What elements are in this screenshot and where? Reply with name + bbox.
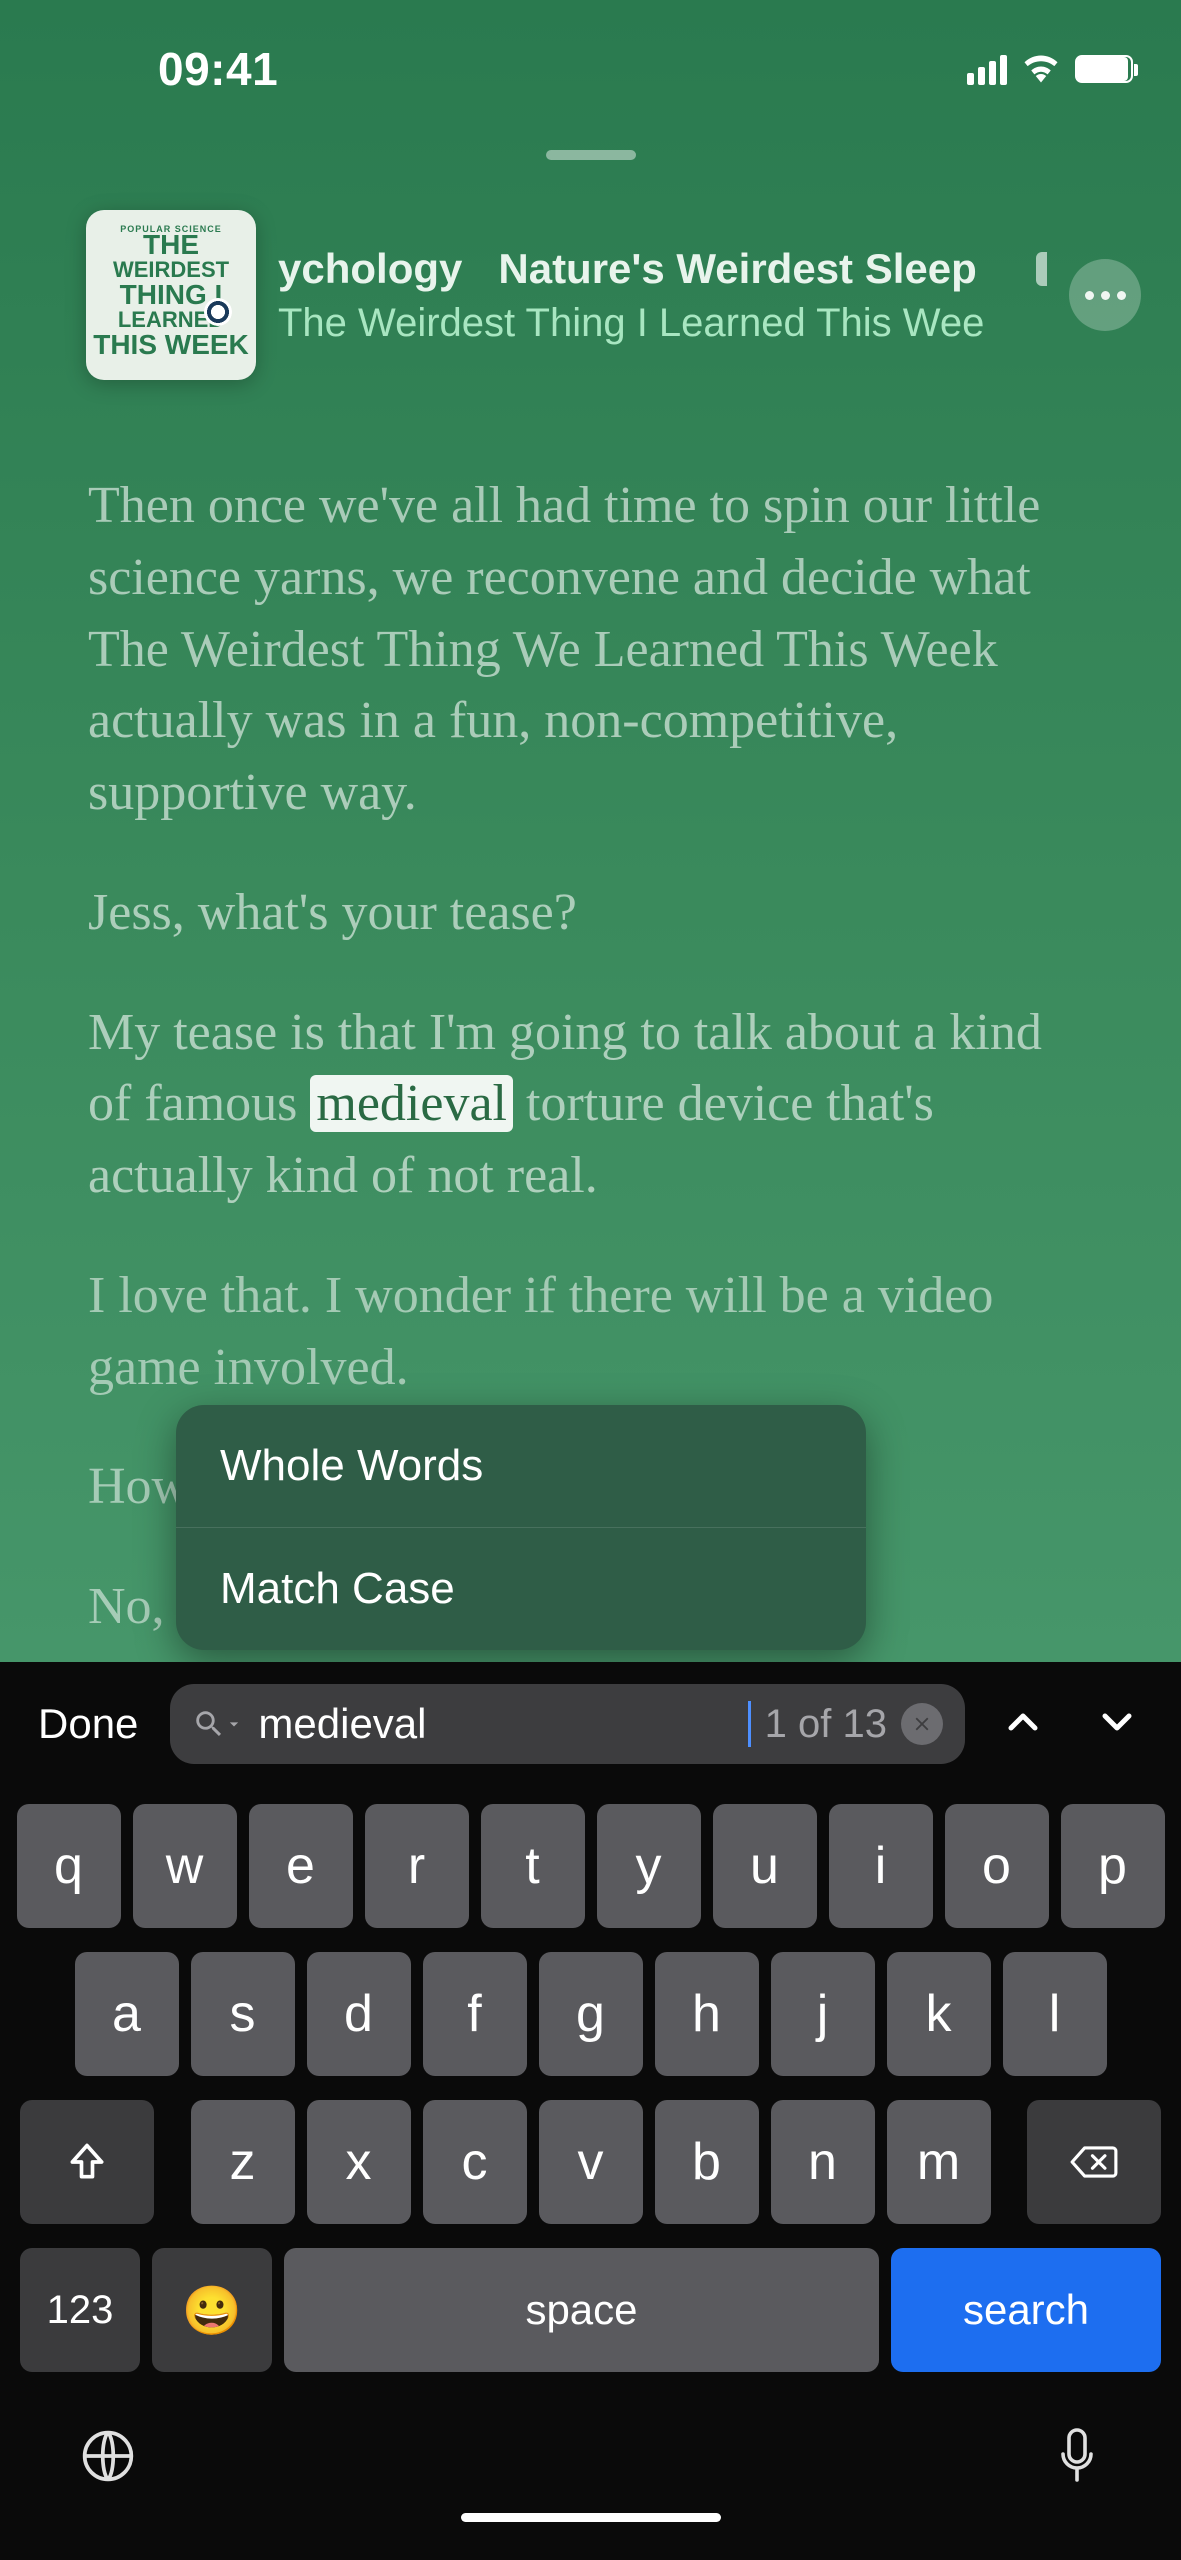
key-k[interactable]: k <box>887 1952 991 2076</box>
clear-search-button[interactable] <box>901 1703 943 1745</box>
search-input[interactable]: medieval <box>258 1700 737 1748</box>
search-field-container[interactable]: medieval 1 of 13 <box>170 1684 965 1764</box>
search-icon[interactable] <box>192 1707 244 1741</box>
space-key[interactable]: space <box>284 2248 879 2372</box>
key-v[interactable]: v <box>539 2100 643 2224</box>
key-m[interactable]: m <box>887 2100 991 2224</box>
next-match-button[interactable] <box>1081 1698 1153 1751</box>
episode-title-fragment-right: Nature's Weirdest Sleep <box>498 245 976 293</box>
dictation-key[interactable] <box>1053 2426 1101 2491</box>
key-p[interactable]: p <box>1061 1804 1165 1928</box>
globe-key[interactable] <box>80 2428 136 2489</box>
key-u[interactable]: u <box>713 1804 817 1928</box>
cellular-signal-icon <box>967 53 1007 85</box>
more-options-button[interactable] <box>1069 259 1141 331</box>
key-h[interactable]: h <box>655 1952 759 2076</box>
cover-top-label: POPULAR SCIENCE <box>120 224 222 234</box>
key-j[interactable]: j <box>771 1952 875 2076</box>
key-e[interactable]: e <box>249 1804 353 1928</box>
key-o[interactable]: o <box>945 1804 1049 1928</box>
episode-title[interactable]: ychology Nature's Weirdest Sleep E <box>278 245 1047 293</box>
keyboard-util-row <box>10 2396 1171 2503</box>
transcript-paragraph[interactable]: Jess, what's your tease? <box>88 877 1093 949</box>
key-b[interactable]: b <box>655 2100 759 2224</box>
search-key[interactable]: search <box>891 2248 1161 2372</box>
text-cursor <box>748 1701 751 1747</box>
done-button[interactable]: Done <box>28 1700 148 1748</box>
key-a[interactable]: a <box>75 1952 179 2076</box>
search-highlight[interactable]: medieval <box>310 1075 513 1132</box>
key-n[interactable]: n <box>771 2100 875 2224</box>
episode-title-fragment-left: ychology <box>278 245 462 293</box>
menu-item-match-case[interactable]: Match Case <box>176 1528 866 1650</box>
search-bar-row: Done medieval 1 of 13 <box>0 1662 1181 1786</box>
key-w[interactable]: w <box>133 1804 237 1928</box>
key-c[interactable]: c <box>423 2100 527 2224</box>
explicit-badge: E <box>1036 252 1047 286</box>
transcript-paragraph[interactable]: Then once we've all had time to spin our… <box>88 470 1093 829</box>
key-r[interactable]: r <box>365 1804 469 1928</box>
menu-item-whole-words[interactable]: Whole Words <box>176 1405 866 1528</box>
battery-icon <box>1075 55 1133 83</box>
keyboard-row-4: 123 😀 space search <box>10 2248 1171 2372</box>
cover-art-text: THE WEIRDEST THING I LEARNED THIS WEEK <box>93 231 249 359</box>
key-f[interactable]: f <box>423 1952 527 2076</box>
key-x[interactable]: x <box>307 2100 411 2224</box>
key-d[interactable]: d <box>307 1952 411 2076</box>
status-bar: 09:41 <box>0 0 1181 110</box>
search-result-count: 1 of 13 <box>765 1702 887 1747</box>
keyboard-row-2: asdfghjkl <box>10 1952 1171 2076</box>
podcast-name[interactable]: The Weirdest Thing I Learned This Wee <box>278 301 1047 346</box>
drag-handle[interactable] <box>546 150 636 160</box>
home-indicator[interactable] <box>461 2513 721 2522</box>
status-icons <box>967 53 1133 85</box>
search-options-menu: Whole Words Match Case <box>176 1405 866 1650</box>
search-options-chevron-icon[interactable] <box>224 1714 244 1734</box>
transcript-paragraph[interactable]: I love that. I wonder if there will be a… <box>88 1260 1093 1404</box>
emoji-key[interactable]: 😀 <box>152 2248 272 2372</box>
cover-eye-icon <box>204 298 232 326</box>
wifi-icon <box>1023 55 1059 83</box>
keyboard-row-1: qwertyuiop <box>10 1804 1171 1928</box>
key-y[interactable]: y <box>597 1804 701 1928</box>
keyboard: qwertyuiop asdfghjkl zxcvbnm 123 😀 space… <box>0 1786 1181 2560</box>
key-q[interactable]: q <box>17 1804 121 1928</box>
numbers-key[interactable]: 123 <box>20 2248 140 2372</box>
key-l[interactable]: l <box>1003 1952 1107 2076</box>
find-panel: Done medieval 1 of 13 qwertyuiop asdfghj… <box>0 1662 1181 2560</box>
key-i[interactable]: i <box>829 1804 933 1928</box>
key-t[interactable]: t <box>481 1804 585 1928</box>
status-time: 09:41 <box>158 42 278 96</box>
keyboard-row-3: zxcvbnm <box>10 2100 1171 2224</box>
key-s[interactable]: s <box>191 1952 295 2076</box>
shift-key[interactable] <box>20 2100 154 2224</box>
key-g[interactable]: g <box>539 1952 643 2076</box>
previous-match-button[interactable] <box>987 1698 1059 1751</box>
key-z[interactable]: z <box>191 2100 295 2224</box>
podcast-cover-art[interactable]: POPULAR SCIENCE THE WEIRDEST THING I LEA… <box>86 210 256 380</box>
episode-meta: ychology Nature's Weirdest Sleep E The W… <box>278 245 1047 346</box>
transcript-paragraph[interactable]: My tease is that I'm going to talk about… <box>88 997 1093 1212</box>
episode-header: POPULAR SCIENCE THE WEIRDEST THING I LEA… <box>0 160 1181 380</box>
backspace-key[interactable] <box>1027 2100 1161 2224</box>
